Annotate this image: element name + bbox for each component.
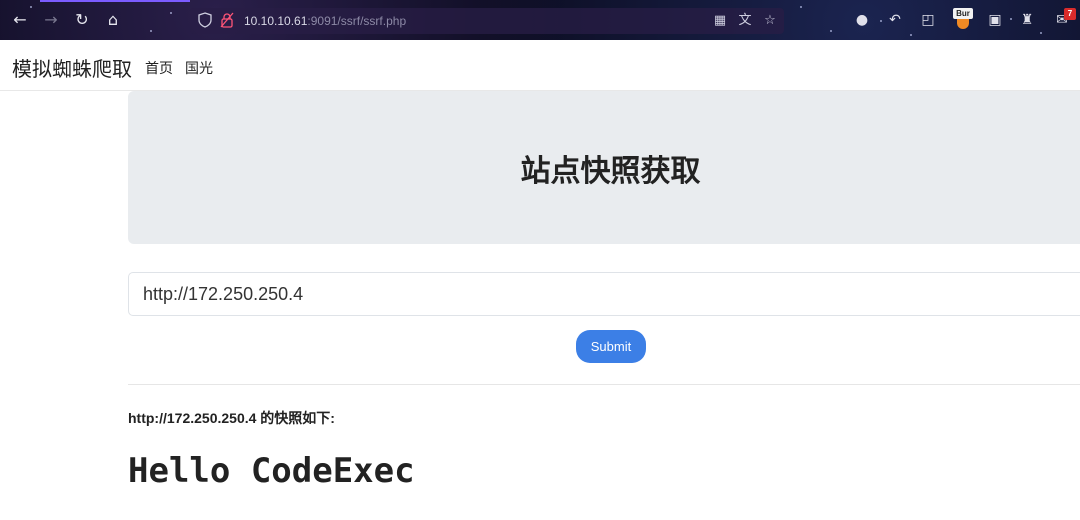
url-path: :9091/ssrf/ssrf.php [307,14,407,28]
url-text[interactable]: 10.10.10.61:9091/ssrf/ssrf.php [244,14,406,28]
page-title: 站点快照获取 [520,154,701,189]
browser-toolbar: ← → ↻ ⌂ 10.10.10.61:9091/ssrf/ssrf.php ▦… [0,0,1080,40]
burp-extension-icon[interactable]: Bur [953,8,973,30]
extension-puzzle-icon[interactable]: ◰ [918,10,938,30]
notification-badge: 7 [1064,8,1076,20]
url-host: 10.10.10.61 [244,14,308,28]
divider [128,384,1080,385]
nav-link-home[interactable]: 首页 [145,58,173,78]
address-bar[interactable]: 10.10.10.61:9091/ssrf/ssrf.php ▦ 文 ☆ [190,8,784,34]
brand-title[interactable]: 模拟蜘蛛爬取 [12,53,132,82]
translate-icon[interactable]: 文 [737,12,753,30]
active-tab-indicator [40,0,190,2]
qr-code-icon[interactable]: ▦ [712,12,728,30]
extension-circle-icon[interactable]: ● [852,10,872,30]
bookmark-star-icon[interactable]: ☆ [762,12,778,30]
site-navbar: 模拟蜘蛛爬取 首页 国光 [0,40,1080,91]
extension-hat-icon[interactable]: ♜ [1017,10,1037,30]
shield-icon[interactable] [198,12,212,28]
snapshot-content: Hello CodeExec [128,451,415,491]
forward-arrow-icon[interactable]: → [41,10,61,30]
reload-icon[interactable]: ↻ [72,10,92,30]
url-input[interactable] [128,272,1080,316]
undo-arrow-icon[interactable]: ↶ [885,10,905,30]
jumbotron: 站点快照获取 [128,91,1080,244]
back-arrow-icon[interactable]: ← [10,10,30,30]
submit-button[interactable]: Submit [576,330,646,363]
burp-label: Bur [953,8,973,19]
insecure-lock-icon[interactable] [220,12,234,28]
save-disk-icon[interactable]: ▣ [985,10,1005,30]
snapshot-heading: http://172.250.250.4 的快照如下: [128,410,335,426]
nav-link-guoguang[interactable]: 国光 [185,58,213,78]
home-icon[interactable]: ⌂ [103,10,123,30]
